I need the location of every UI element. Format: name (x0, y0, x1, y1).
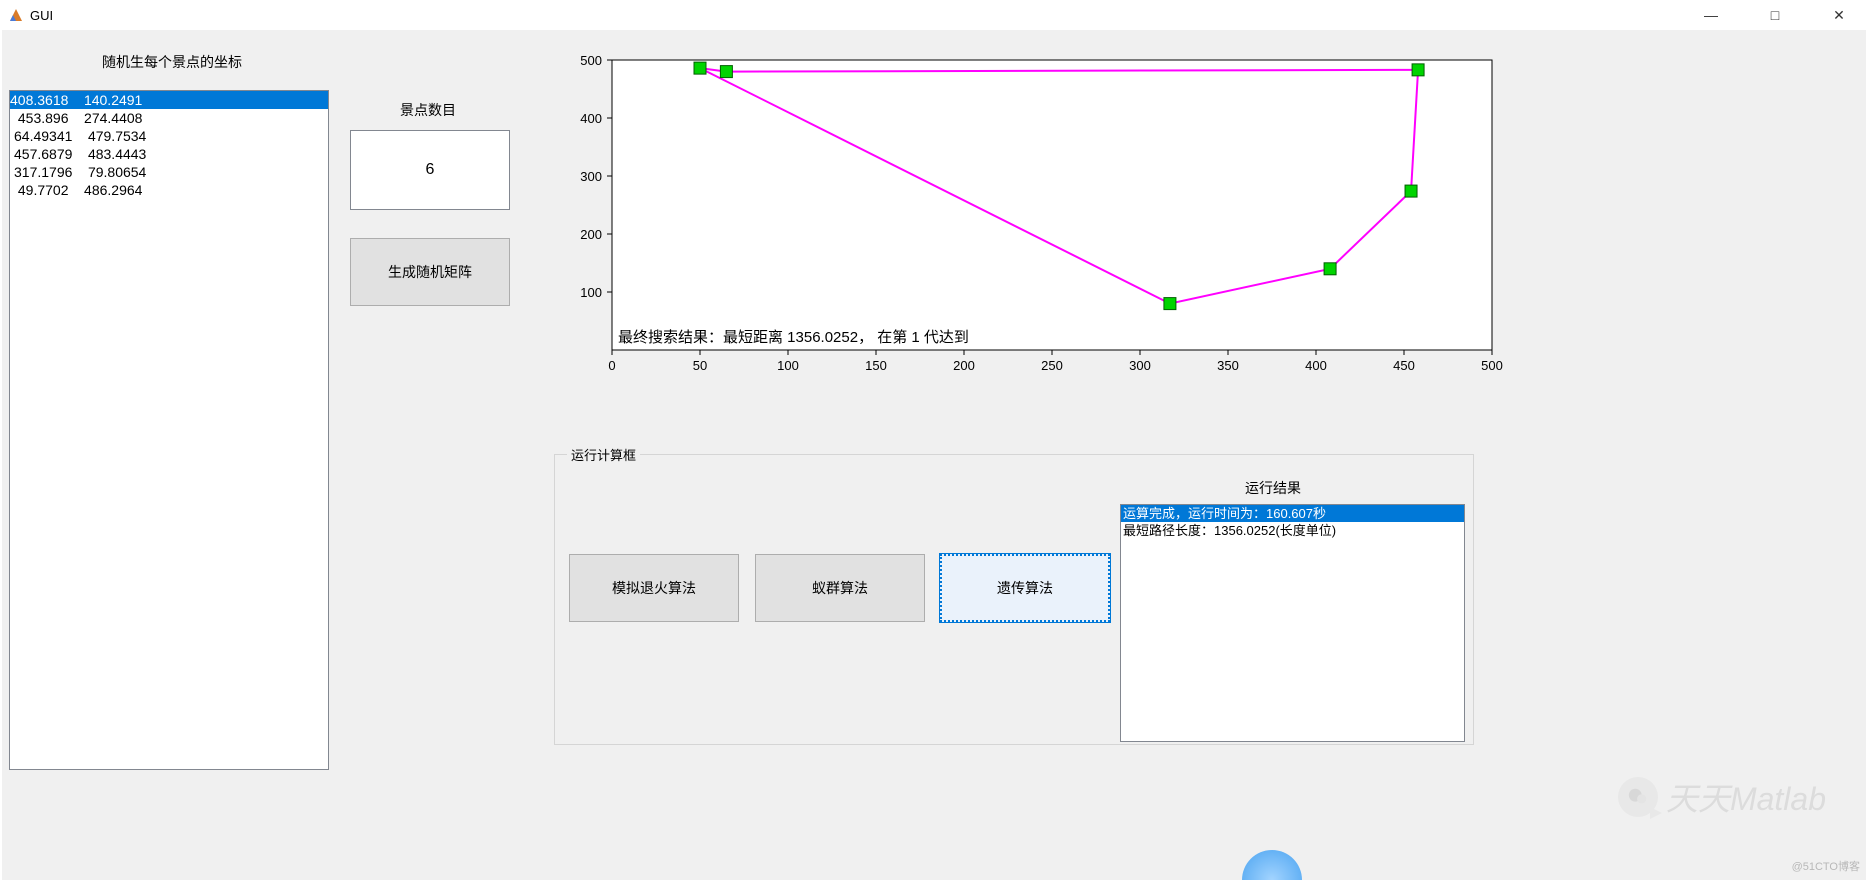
list-item[interactable]: 457.6879 483.4443 (10, 145, 328, 163)
svg-text:0: 0 (608, 358, 615, 373)
list-item[interactable]: 64.49341 479.7534 (10, 127, 328, 145)
simulated-annealing-button[interactable]: 模拟退火算法 (569, 554, 739, 622)
svg-text:400: 400 (580, 111, 602, 126)
close-button[interactable]: ✕ (1816, 4, 1862, 26)
svg-text:300: 300 (1129, 358, 1151, 373)
list-item[interactable]: 453.896 274.4408 (10, 109, 328, 127)
aco-label: 蚁群算法 (812, 578, 868, 598)
generate-button-label: 生成随机矩阵 (388, 262, 472, 282)
svg-text:300: 300 (580, 169, 602, 184)
result-listbox[interactable]: 运算完成，运行时间为：160.607秒 最短路径长度：1356.0252(长度单… (1120, 504, 1465, 742)
list-item[interactable]: 408.3618 140.2491 (10, 91, 328, 109)
count-label: 景点数目 (400, 100, 456, 120)
matlab-icon (8, 7, 24, 23)
list-item[interactable]: 317.1796 79.80654 (10, 163, 328, 181)
chart-annotation: 最终搜索结果：最短距离 1356.0252， 在第 1 代达到 (618, 328, 969, 346)
genetic-algorithm-button[interactable]: 遗传算法 (940, 554, 1110, 622)
credit-text: @51CTO博客 (1792, 858, 1860, 874)
main-panel: 随机生每个景点的坐标 408.3618 140.2491 453.896 274… (2, 30, 1866, 880)
svg-text:500: 500 (1481, 358, 1503, 373)
compute-panel: 运行计算框 模拟退火算法 蚁群算法 遗传算法 运行结果 运算完成，运行时间为：1… (554, 445, 1474, 745)
watermark-text: 天天Matlab (1666, 774, 1826, 820)
list-item[interactable]: 49.7702 486.2964 (10, 181, 328, 199)
generate-button[interactable]: 生成随机矩阵 (350, 238, 510, 306)
titlebar: GUI — □ ✕ (0, 0, 1868, 30)
svg-text:150: 150 (865, 358, 887, 373)
maximize-button[interactable]: □ (1752, 4, 1798, 26)
svg-text:100: 100 (777, 358, 799, 373)
coords-listbox[interactable]: 408.3618 140.2491 453.896 274.4408 64.49… (9, 90, 329, 770)
wechat-icon (1618, 777, 1658, 817)
sa-label: 模拟退火算法 (612, 578, 696, 598)
ant-colony-button[interactable]: 蚁群算法 (755, 554, 925, 622)
window-title: GUI (30, 8, 53, 23)
result-label: 运行结果 (1245, 478, 1301, 498)
svg-text:450: 450 (1393, 358, 1415, 373)
svg-text:500: 500 (580, 53, 602, 68)
coords-label: 随机生每个景点的坐标 (102, 52, 242, 72)
svg-text:100: 100 (580, 285, 602, 300)
svg-text:400: 400 (1305, 358, 1327, 373)
list-item[interactable]: 运算完成，运行时间为：160.607秒 (1121, 505, 1464, 522)
svg-text:200: 200 (953, 358, 975, 373)
svg-text:350: 350 (1217, 358, 1239, 373)
svg-text:250: 250 (1041, 358, 1063, 373)
count-value: 6 (426, 161, 435, 179)
minimize-button[interactable]: — (1688, 4, 1734, 26)
decorative-circle (1242, 850, 1302, 880)
count-field[interactable]: 6 (350, 130, 510, 210)
path-chart: 0 50 100 150 200 250 300 350 400 450 500 100 200 300… (567, 50, 1507, 390)
svg-text:50: 50 (693, 358, 707, 373)
svg-text:200: 200 (580, 227, 602, 242)
ga-label: 遗传算法 (997, 578, 1053, 598)
compute-legend: 运行计算框 (567, 445, 640, 464)
list-item[interactable]: 最短路径长度：1356.0252(长度单位) (1121, 522, 1464, 539)
watermark: 天天Matlab (1618, 774, 1826, 820)
